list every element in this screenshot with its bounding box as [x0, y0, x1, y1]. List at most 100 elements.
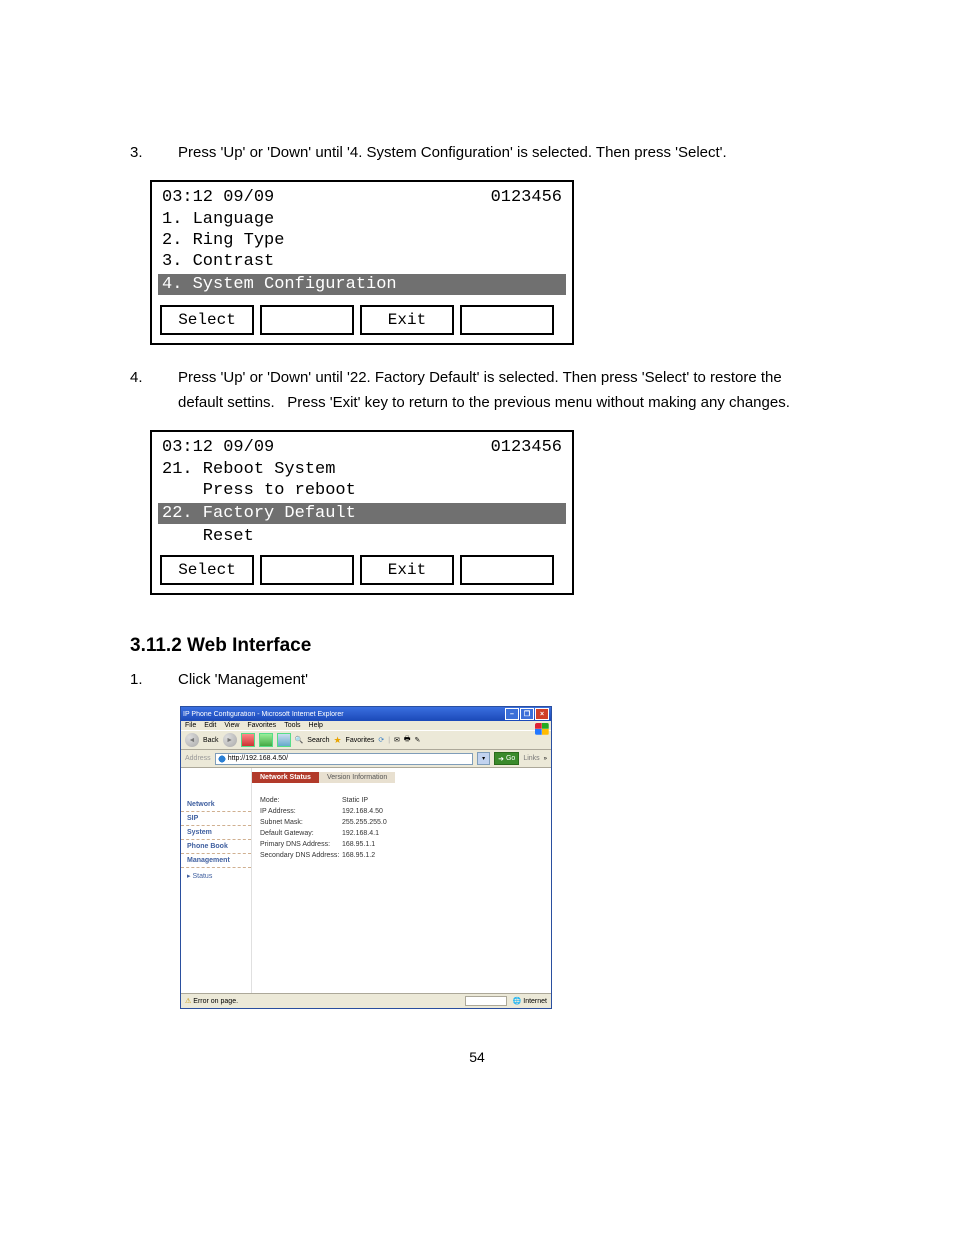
- toolbar-sep: |: [388, 737, 390, 744]
- back-label: Back: [203, 737, 219, 744]
- refresh-icon[interactable]: [259, 733, 273, 747]
- section-heading: 3.11.2 Web Interface: [130, 635, 824, 657]
- forward-button[interactable]: ►: [223, 733, 237, 747]
- step-1-number: 1.: [130, 667, 178, 693]
- step-3-number: 3.: [130, 140, 178, 166]
- address-bar: Address http://192.168.4.50/ ▾ ➜ Go Link…: [181, 750, 551, 768]
- tab-version-information[interactable]: Version Information: [319, 772, 395, 783]
- lcd1-softkey-select[interactable]: Select: [160, 305, 254, 335]
- back-button[interactable]: ◄: [185, 733, 199, 747]
- dns1-label: Primary DNS Address:: [260, 841, 342, 848]
- mode-label: Mode:: [260, 797, 342, 804]
- lcd2-line-1: 21. Reboot System: [162, 459, 562, 480]
- address-input[interactable]: http://192.168.4.50/: [215, 753, 473, 765]
- sidebar-item-status[interactable]: Status: [181, 868, 251, 884]
- toolbar: ◄ Back ► 🔍 Search ★ Favorites ⟳ | ✉ 🖶 ✎: [181, 730, 551, 750]
- lcd1-softkey-exit[interactable]: Exit: [360, 305, 454, 335]
- search-icon[interactable]: 🔍: [295, 736, 304, 744]
- step-4-text: Press 'Up' or 'Down' until '22. Factory …: [178, 365, 824, 416]
- step-1-text: Click 'Management': [178, 667, 824, 693]
- sidebar: Network SIP System Phone Book Management…: [181, 768, 252, 993]
- internet-zone-icon: 🌐: [513, 997, 522, 1005]
- print-icon[interactable]: 🖶: [404, 735, 411, 746]
- dns1-value: 168.95.1.1: [342, 841, 375, 848]
- lcd2-line-3: Reset: [162, 526, 562, 547]
- go-button[interactable]: ➜ Go: [494, 752, 519, 765]
- sidebar-item-management[interactable]: Management: [181, 854, 251, 868]
- lcd2-selected: 22. Factory Default: [158, 503, 566, 524]
- window-title: IP Phone Configuration - Microsoft Inter…: [183, 711, 504, 718]
- dns2-value: 168.95.1.2: [342, 852, 375, 859]
- step-4-number: 4.: [130, 365, 178, 416]
- content-pane: Network Status Version Information Mode:…: [252, 768, 551, 993]
- gateway-label: Default Gateway:: [260, 830, 342, 837]
- home-icon[interactable]: [277, 733, 291, 747]
- maximize-button[interactable]: ❐: [520, 708, 534, 720]
- sidebar-item-phone-book[interactable]: Phone Book: [181, 840, 251, 854]
- gateway-value: 192.168.4.1: [342, 830, 379, 837]
- lcd2-time: 03:12 09/09: [162, 438, 274, 457]
- favorites-label: Favorites: [346, 737, 375, 744]
- step-4: 4. Press 'Up' or 'Down' until '22. Facto…: [130, 365, 824, 416]
- tab-network-status[interactable]: Network Status: [252, 772, 319, 783]
- lcd1-selected: 4. System Configuration: [158, 274, 566, 295]
- titlebar: IP Phone Configuration - Microsoft Inter…: [181, 707, 551, 721]
- page-number: 54: [130, 1049, 824, 1065]
- close-button[interactable]: ×: [535, 708, 549, 720]
- windows-logo-icon: [535, 723, 549, 735]
- lcd2-id: 0123456: [491, 438, 562, 457]
- browser-window: IP Phone Configuration - Microsoft Inter…: [180, 706, 552, 1009]
- links-expand[interactable]: »: [544, 756, 547, 762]
- menu-help[interactable]: Help: [309, 722, 325, 729]
- stop-icon[interactable]: [241, 733, 255, 747]
- lcd1-id: 0123456: [491, 188, 562, 207]
- network-status-table: Mode:Static IP IP Address:192.168.4.50 S…: [252, 783, 551, 873]
- lcd2-softkey-blank-2: [460, 555, 554, 585]
- mode-value: Static IP: [342, 797, 368, 804]
- address-value: http://192.168.4.50/: [228, 755, 288, 762]
- mail-icon[interactable]: ✉: [394, 736, 400, 744]
- links-label[interactable]: Links: [523, 755, 539, 762]
- warning-icon: ⚠: [185, 997, 191, 1005]
- address-label: Address: [185, 755, 211, 762]
- lcd2-line-1b: Press to reboot: [162, 480, 562, 501]
- menu-tools[interactable]: Tools: [284, 722, 302, 729]
- menu-bar: File Edit View Favorites Tools Help: [181, 721, 551, 730]
- ip-value: 192.168.4.50: [342, 808, 383, 815]
- lcd2-softkey-exit[interactable]: Exit: [360, 555, 454, 585]
- menu-view[interactable]: View: [224, 722, 241, 729]
- mask-label: Subnet Mask:: [260, 819, 342, 826]
- favorites-icon[interactable]: ★: [333, 735, 341, 746]
- lcd1-softkey-blank-1: [260, 305, 354, 335]
- lcd1-line-3: 3. Contrast: [162, 251, 562, 272]
- sidebar-item-network[interactable]: Network: [181, 798, 251, 812]
- lcd-screen-1: 03:12 09/09 0123456 1. Language 2. Ring …: [150, 180, 574, 345]
- status-text: Error on page.: [193, 998, 238, 1005]
- edit-icon[interactable]: ✎: [415, 736, 421, 744]
- status-bar: ⚠ Error on page. 🌐 Internet: [181, 993, 551, 1008]
- lcd1-line-2: 2. Ring Type: [162, 230, 562, 251]
- history-icon[interactable]: ⟳: [378, 736, 384, 744]
- sidebar-item-sip[interactable]: SIP: [181, 812, 251, 826]
- lcd2-softkey-select[interactable]: Select: [160, 555, 254, 585]
- lcd1-softkey-blank-2: [460, 305, 554, 335]
- step-1: 1. Click 'Management': [130, 667, 824, 693]
- ie-icon: [218, 755, 226, 763]
- step-3-text: Press 'Up' or 'Down' until '4. System Co…: [178, 140, 824, 166]
- menu-edit[interactable]: Edit: [204, 722, 218, 729]
- lcd2-softkey-blank-1: [260, 555, 354, 585]
- sidebar-item-system[interactable]: System: [181, 826, 251, 840]
- mask-value: 255.255.255.0: [342, 819, 387, 826]
- address-dropdown[interactable]: ▾: [477, 752, 490, 765]
- step-3: 3. Press 'Up' or 'Down' until '4. System…: [130, 140, 824, 166]
- lcd1-time: 03:12 09/09: [162, 188, 274, 207]
- lcd1-line-1: 1. Language: [162, 209, 562, 230]
- progress-bar: [465, 996, 507, 1006]
- lcd-screen-2: 03:12 09/09 0123456 21. Reboot System Pr…: [150, 430, 574, 595]
- dns2-label: Secondary DNS Address:: [260, 852, 342, 859]
- search-label: Search: [307, 737, 329, 744]
- menu-favorites[interactable]: Favorites: [247, 722, 278, 729]
- menu-file[interactable]: File: [185, 722, 198, 729]
- minimize-button[interactable]: –: [505, 708, 519, 720]
- ip-label: IP Address:: [260, 808, 342, 815]
